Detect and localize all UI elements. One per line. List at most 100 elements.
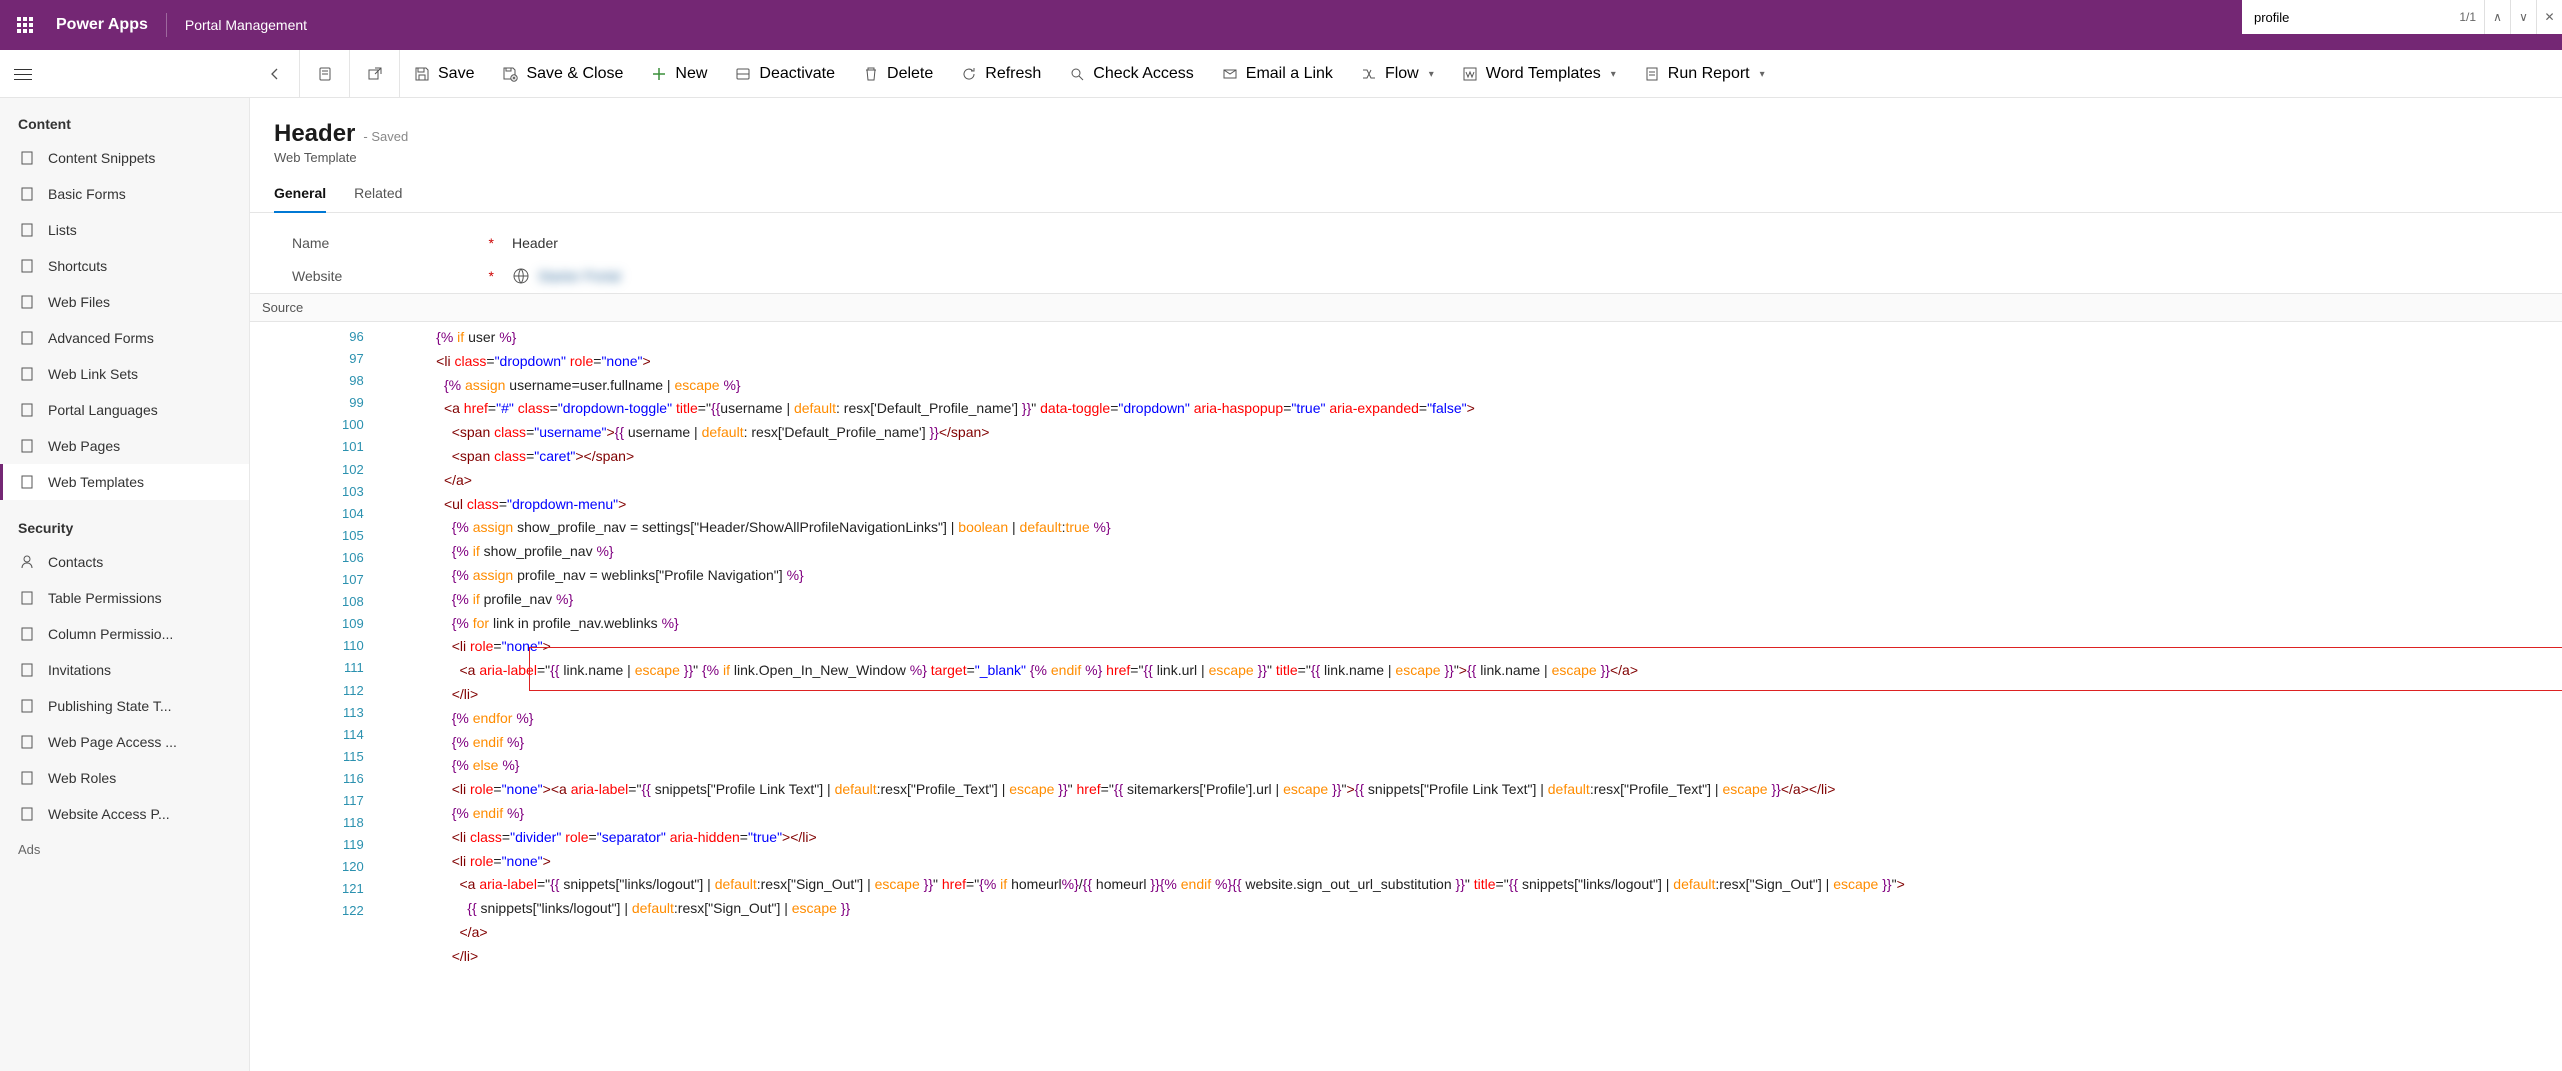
sidebar-item[interactable]: Website Access P...: [0, 796, 249, 832]
email-icon: [1222, 66, 1238, 82]
sidebar-item-icon: [18, 293, 36, 311]
sidebar-item[interactable]: Basic Forms: [0, 176, 249, 212]
sidebar-item[interactable]: Invitations: [0, 652, 249, 688]
refresh-button[interactable]: Refresh: [947, 50, 1055, 98]
save-close-icon: [502, 66, 518, 82]
topbar: Power Apps Portal Management 1/1 ∧ ∨ ✕: [0, 0, 2562, 50]
app-name[interactable]: Portal Management: [167, 17, 325, 33]
sidebar-item[interactable]: Web Templates: [0, 464, 249, 500]
sidebar: Content Content Snippets Basic Forms Lists…: [0, 98, 250, 1071]
sidebar-item-label: Lists: [48, 222, 77, 238]
sidebar-item[interactable]: Web Page Access ...: [0, 724, 249, 760]
sidebar-item-icon: [18, 473, 36, 491]
sidebar-item-icon: [18, 149, 36, 167]
main: Header - Saved Web Template General Rela…: [250, 98, 2562, 1071]
tab-related[interactable]: Related: [354, 185, 402, 212]
sidebar-item-icon: [18, 805, 36, 823]
refresh-icon: [961, 66, 977, 82]
sidebar-item[interactable]: Publishing State T...: [0, 688, 249, 724]
check-access-button[interactable]: Check Access: [1055, 50, 1207, 98]
sidebar-item-icon: [18, 769, 36, 787]
run-report-button[interactable]: Run Report ▾: [1630, 50, 1779, 98]
sidebar-item[interactable]: Lists: [0, 212, 249, 248]
sidebar-ads: Ads: [0, 832, 249, 867]
sidebar-item-label: Table Permissions: [48, 590, 162, 606]
sidebar-item-icon: [18, 185, 36, 203]
sidebar-item[interactable]: Advanced Forms: [0, 320, 249, 356]
new-button[interactable]: New: [637, 50, 721, 98]
name-field[interactable]: Header: [512, 235, 558, 251]
plus-icon: [651, 66, 667, 82]
word-icon: [1462, 66, 1478, 82]
sidebar-item-label: Advanced Forms: [48, 330, 154, 346]
source-label: Source: [250, 293, 2562, 322]
sidebar-item-icon: [18, 553, 36, 571]
sidebar-item[interactable]: Web Roles: [0, 760, 249, 796]
sidebar-item-icon: [18, 733, 36, 751]
sidebar-item-icon: [18, 697, 36, 715]
command-bar: Save Save & Close New Deactivate Delete …: [0, 50, 2562, 98]
sidebar-item-label: Invitations: [48, 662, 111, 678]
flow-button[interactable]: Flow ▾: [1347, 50, 1448, 98]
sidebar-item[interactable]: Column Permissio...: [0, 616, 249, 652]
sidebar-item-icon: [18, 401, 36, 419]
sidebar-item-label: Web Templates: [48, 474, 144, 490]
code-content[interactable]: {% if user %} <li class="dropdown" role=…: [374, 322, 1905, 973]
find-bar: 1/1 ∧ ∨ ✕: [2242, 0, 2562, 34]
sidebar-item[interactable]: Table Permissions: [0, 580, 249, 616]
code-editor[interactable]: 9697989910010110210310410510610710810911…: [250, 322, 2562, 973]
sidebar-item[interactable]: Content Snippets: [0, 140, 249, 176]
sidebar-item-label: Content Snippets: [48, 150, 155, 166]
sidebar-item-icon: [18, 437, 36, 455]
check-access-icon: [1069, 66, 1085, 82]
sidebar-item[interactable]: Portal Languages: [0, 392, 249, 428]
sidebar-item-icon: [18, 257, 36, 275]
deactivate-button[interactable]: Deactivate: [721, 50, 849, 98]
sidebar-item[interactable]: Web Link Sets: [0, 356, 249, 392]
tab-general[interactable]: General: [274, 185, 326, 213]
sidebar-item-label: Portal Languages: [48, 402, 158, 418]
website-label: Website: [292, 268, 342, 284]
report-icon: [1644, 66, 1660, 82]
flow-icon: [1361, 66, 1377, 82]
find-next-icon[interactable]: ∨: [2510, 0, 2536, 34]
sidebar-item[interactable]: Shortcuts: [0, 248, 249, 284]
email-link-button[interactable]: Email a Link: [1208, 50, 1347, 98]
website-field[interactable]: Starter Portal: [512, 267, 620, 285]
sidebar-item-icon: [18, 661, 36, 679]
sidebar-item-label: Publishing State T...: [48, 698, 171, 714]
sidebar-item-label: Column Permissio...: [48, 626, 173, 642]
sidebar-section-content: Content: [0, 106, 249, 140]
chevron-down-icon: ▾: [1611, 69, 1616, 80]
page-title: Header: [274, 120, 355, 148]
find-input[interactable]: [2242, 10, 2451, 25]
sidebar-item-label: Web Files: [48, 294, 110, 310]
sidebar-item[interactable]: Web Files: [0, 284, 249, 320]
save-close-button[interactable]: Save & Close: [488, 50, 637, 98]
find-close-icon[interactable]: ✕: [2536, 0, 2562, 34]
hamburger-icon[interactable]: [14, 63, 36, 85]
sidebar-item-icon: [18, 221, 36, 239]
new-window-icon[interactable]: [350, 50, 400, 98]
app-launcher-icon[interactable]: [0, 0, 50, 50]
save-button[interactable]: Save: [400, 50, 488, 98]
save-icon: [414, 66, 430, 82]
back-icon[interactable]: [250, 50, 300, 98]
entity-type: Web Template: [274, 150, 2562, 165]
deactivate-icon: [735, 66, 751, 82]
delete-button[interactable]: Delete: [849, 50, 947, 98]
sidebar-item-label: Website Access P...: [48, 806, 170, 822]
find-count: 1/1: [2451, 10, 2484, 24]
find-prev-icon[interactable]: ∧: [2484, 0, 2510, 34]
sidebar-item[interactable]: Contacts: [0, 544, 249, 580]
sidebar-item-label: Web Roles: [48, 770, 116, 786]
brand-title[interactable]: Power Apps: [50, 16, 166, 34]
sidebar-item-label: Basic Forms: [48, 186, 126, 202]
word-templates-button[interactable]: Word Templates ▾: [1448, 50, 1630, 98]
chevron-down-icon: ▾: [1429, 69, 1434, 80]
name-label: Name: [292, 235, 329, 251]
sidebar-item[interactable]: Web Pages: [0, 428, 249, 464]
sidebar-item-icon: [18, 365, 36, 383]
trash-icon: [863, 66, 879, 82]
open-record-set-icon[interactable]: [300, 50, 350, 98]
